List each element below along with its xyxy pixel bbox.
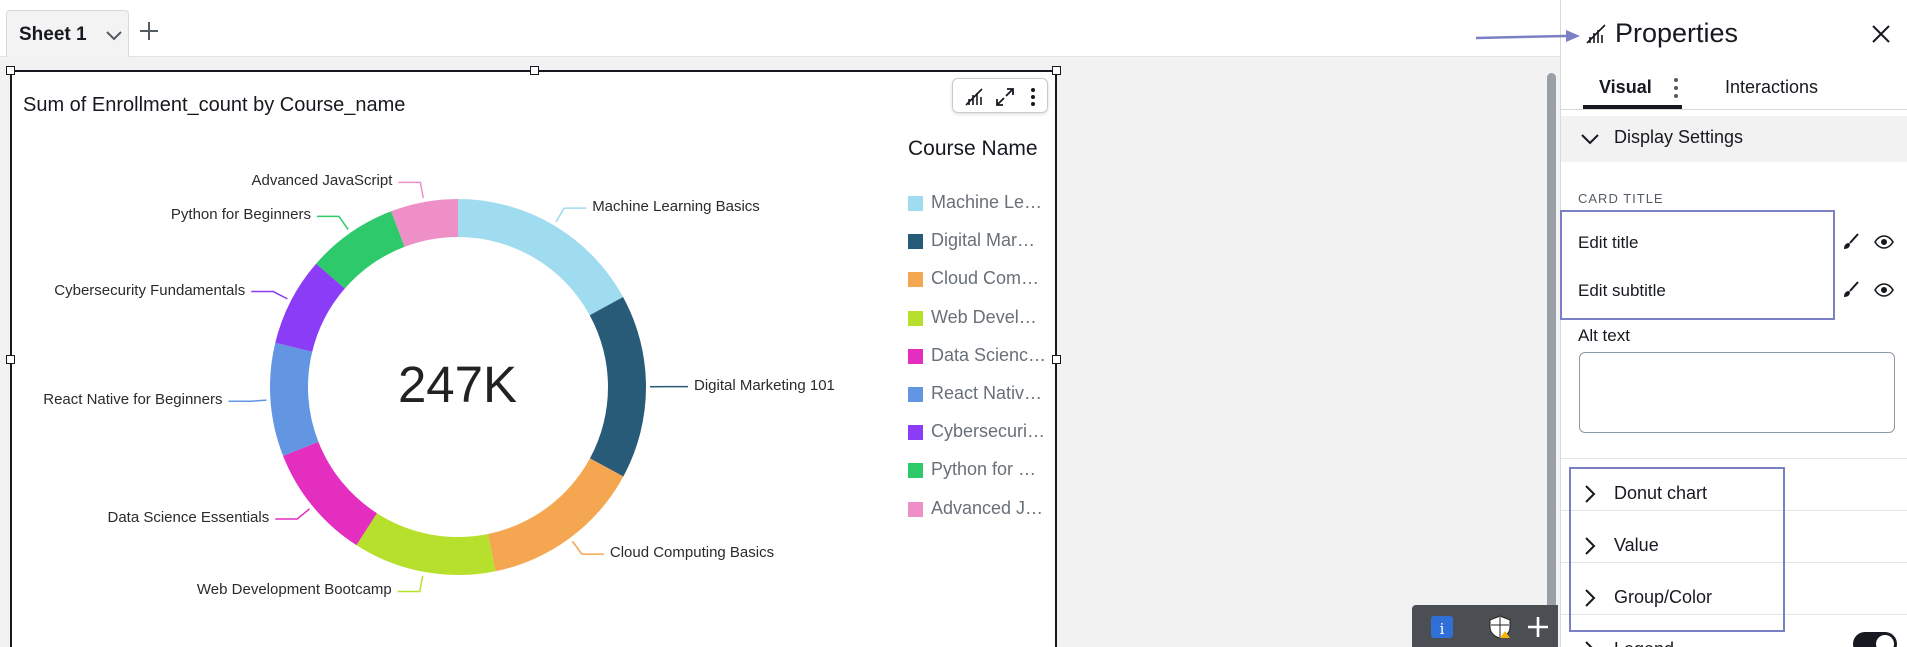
info-icon[interactable]: i: [1429, 614, 1455, 640]
display-settings-header[interactable]: Display Settings: [1561, 116, 1907, 162]
display-settings-label: Display Settings: [1614, 127, 1744, 147]
tab-visual[interactable]: Visual: [1599, 77, 1652, 98]
legend-swatch: [908, 501, 923, 517]
sheet-tab-label: Sheet 1: [19, 24, 87, 45]
brush-icon[interactable]: [1840, 231, 1862, 253]
resize-handle[interactable]: [6, 66, 15, 75]
slice-label: React Native for Beginners: [43, 391, 223, 409]
add-sheet-icon[interactable]: [137, 19, 161, 43]
slice-label: Advanced JavaScript: [251, 172, 393, 190]
svg-text:i: i: [1440, 620, 1445, 638]
close-icon[interactable]: [1869, 22, 1893, 46]
legend-label: Web Devel…: [931, 306, 1037, 327]
legend-swatch: [908, 196, 923, 211]
donut-center-value: 247K: [397, 356, 518, 413]
legend-item[interactable]: Cybersecuri…: [908, 420, 1046, 444]
add-icon[interactable]: [1525, 614, 1551, 640]
legend-label: Cloud Com…: [931, 268, 1040, 289]
resize-handle[interactable]: [1052, 355, 1061, 364]
card-title-caption: CARD TITLE: [1578, 191, 1664, 206]
visual-toolbar: [952, 78, 1048, 113]
expand-icon[interactable]: [993, 85, 1017, 109]
legend-item[interactable]: Web Devel…: [908, 306, 1043, 330]
annotation-box-card-title: [1560, 210, 1835, 320]
divider: [1561, 458, 1907, 459]
alt-text-label: Alt text: [1578, 326, 1630, 345]
eye-icon[interactable]: [1873, 231, 1895, 253]
slice-label: Python for Beginners: [170, 206, 311, 224]
slice-label: Machine Learning Basics: [592, 198, 760, 216]
legend-item[interactable]: Cloud Com…: [908, 267, 1043, 291]
legend-swatch: [908, 387, 923, 402]
legend-swatch: [908, 425, 923, 441]
legend-label: Cybersecuri…: [931, 421, 1046, 442]
chevron-down-icon: [1581, 134, 1599, 145]
eye-icon[interactable]: [1873, 279, 1895, 301]
legend-item[interactable]: React Nativ…: [908, 382, 1043, 406]
properties-title: Properties: [1615, 18, 1739, 48]
legend-item[interactable]: Data Scienc…: [908, 344, 1047, 368]
slice-label: Digital Marketing 101: [693, 376, 835, 394]
legend-title: Course Name: [908, 137, 1038, 160]
shield-warning-icon[interactable]: [1487, 614, 1513, 640]
legend-swatch: [908, 463, 923, 479]
chevron-right-icon: [1585, 641, 1593, 647]
legend-item[interactable]: Python for …: [908, 458, 1043, 482]
legend-label: Machine Le…: [931, 192, 1043, 212]
legend-swatch: [908, 272, 923, 288]
tab-interactions[interactable]: Interactions: [1725, 77, 1818, 98]
legend-swatch: [908, 348, 923, 364]
resize-handle[interactable]: [1052, 66, 1061, 75]
legend-section-label: Legend: [1614, 639, 1674, 647]
legend-label: Digital Mar…: [931, 230, 1036, 251]
legend-item[interactable]: Advanced J…: [908, 497, 1043, 521]
legend-label: Advanced J…: [931, 497, 1044, 518]
annotation-box-sections: [1569, 467, 1785, 632]
sheet-tab[interactable]: Sheet 1: [6, 10, 129, 57]
annotation-arrow: [1475, 30, 1580, 42]
tabs-divider: [1561, 109, 1907, 110]
legend-label: Data Scienc…: [931, 344, 1047, 365]
legend-label: React Nativ…: [931, 383, 1043, 403]
legend-label: Python for …: [931, 459, 1037, 480]
format-visual-icon: [1586, 24, 1606, 44]
alt-text-input[interactable]: [1579, 352, 1895, 433]
brush-icon[interactable]: [1840, 279, 1862, 301]
legend-swatch: [908, 310, 923, 326]
app-root: Sheet 1 Sum of Enrollment_count by Cours…: [0, 0, 1907, 647]
legend-item[interactable]: Digital Mar…: [908, 229, 1043, 253]
slice-label: Data Science Essentials: [107, 508, 270, 526]
resize-handle[interactable]: [530, 66, 539, 75]
legend-swatch: [908, 234, 923, 250]
legend-toggle[interactable]: [1853, 632, 1897, 647]
resize-handle[interactable]: [6, 355, 15, 364]
visual-title[interactable]: Sum of Enrollment_count by Course_name: [23, 94, 405, 117]
slice-label: Cybersecurity Fundamentals: [54, 281, 246, 299]
legend-item[interactable]: Machine Le…: [908, 191, 1043, 215]
chevron-down-icon[interactable]: [103, 24, 125, 46]
vertical-scrollbar[interactable]: [1547, 73, 1556, 647]
sheet-tab-bar: Sheet 1: [0, 0, 1560, 57]
format-visual-icon[interactable]: [962, 85, 986, 109]
slice-label: Cloud Computing Basics: [609, 544, 775, 562]
more-options-icon[interactable]: [1669, 76, 1683, 100]
bottom-toolbar: i: [1412, 605, 1558, 647]
slice-label: Web Development Bootcamp: [196, 581, 392, 599]
more-options-icon[interactable]: [1021, 85, 1045, 109]
